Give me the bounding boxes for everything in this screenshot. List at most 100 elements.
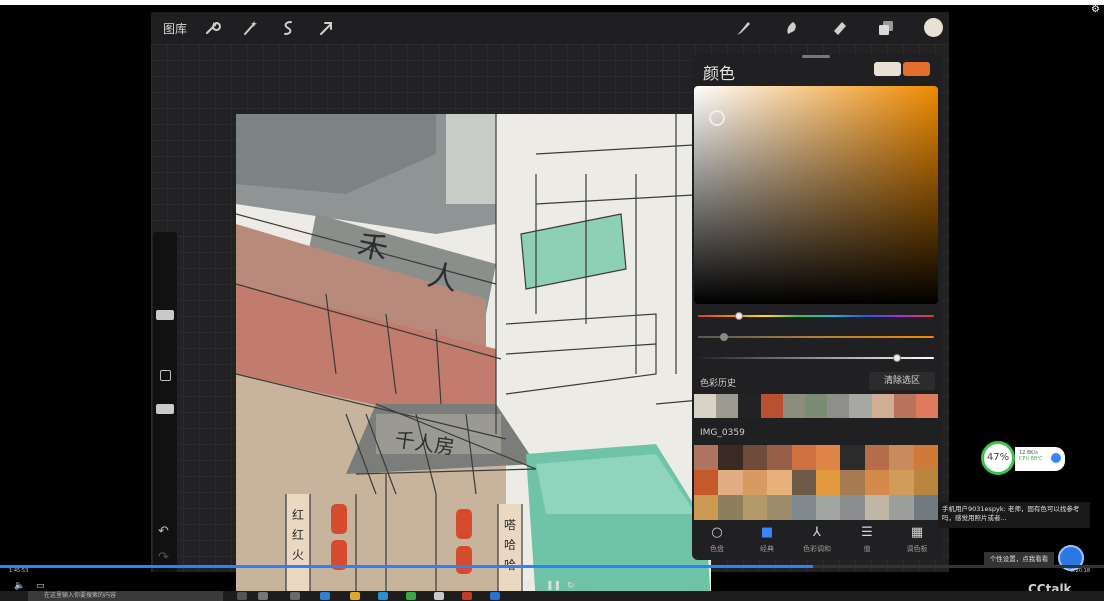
smudge-icon[interactable] bbox=[783, 19, 801, 37]
color-panel: 颜色 色彩历史 清除选区 IMG_0359 ○ 色盘 ■ 经典 ⅄ 色彩调和 ☰… bbox=[692, 54, 942, 560]
value-sliders-icon: ☰ bbox=[861, 525, 873, 540]
history-swatch[interactable] bbox=[782, 394, 805, 418]
gallery-button[interactable]: 图库 bbox=[163, 20, 187, 37]
saturation-value-picker[interactable] bbox=[694, 86, 938, 304]
brightness-slider-knob[interactable] bbox=[893, 354, 901, 362]
net-speed-widget[interactable]: 12.8K/s CPU 88℃ bbox=[1015, 447, 1065, 471]
palette-swatch[interactable] bbox=[913, 470, 938, 495]
palette-swatch[interactable] bbox=[913, 445, 938, 470]
volume-icon[interactable]: 🔈 bbox=[14, 581, 25, 591]
top-toolbar: 图库 bbox=[151, 12, 949, 44]
history-swatch[interactable] bbox=[694, 394, 717, 418]
artwork-canvas[interactable]: 禾 人 千人房 红 红 火 嗒 哈 哈 bbox=[236, 114, 711, 601]
color-picker-knob[interactable] bbox=[709, 110, 725, 126]
palette-swatch[interactable] bbox=[791, 495, 816, 520]
palette-swatch[interactable] bbox=[694, 495, 719, 520]
history-swatch[interactable] bbox=[716, 394, 739, 418]
modify-button[interactable] bbox=[160, 370, 171, 381]
palette-swatch[interactable] bbox=[767, 470, 792, 495]
palette-swatch[interactable] bbox=[718, 470, 743, 495]
layers-icon[interactable] bbox=[877, 19, 895, 37]
history-swatch[interactable] bbox=[760, 394, 783, 418]
taskbar-app-icon[interactable] bbox=[350, 592, 360, 600]
palette-swatch[interactable] bbox=[815, 495, 841, 520]
taskbar-search-input[interactable]: 在这里输入你要搜索的内容 bbox=[28, 591, 223, 601]
taskbar-app-icon[interactable] bbox=[434, 592, 444, 600]
clear-history-button[interactable]: 清除选区 bbox=[869, 372, 935, 390]
hue-slider-knob[interactable] bbox=[735, 312, 743, 320]
subtitle-icon[interactable]: ▭ bbox=[36, 581, 45, 591]
palette-swatch[interactable] bbox=[694, 470, 719, 495]
history-swatch[interactable] bbox=[915, 394, 939, 418]
palette-swatch[interactable] bbox=[815, 470, 841, 495]
forward-icon[interactable]: ↻ bbox=[567, 581, 575, 591]
palette-swatch[interactable] bbox=[864, 495, 890, 520]
palette-swatch[interactable] bbox=[840, 470, 865, 495]
palette-swatch[interactable] bbox=[889, 495, 914, 520]
tab-harmony[interactable]: ⅄ 色彩调和 bbox=[792, 522, 842, 560]
previous-color-swatch[interactable] bbox=[903, 62, 930, 76]
taskbar-app-icon[interactable] bbox=[490, 592, 500, 600]
history-swatch[interactable] bbox=[738, 394, 761, 418]
redo-icon[interactable]: ↷ bbox=[158, 550, 169, 565]
palette-swatch[interactable] bbox=[913, 495, 938, 520]
eraser-icon[interactable] bbox=[831, 19, 849, 37]
brush-size-slider[interactable] bbox=[156, 310, 174, 320]
taskbar-app-icon[interactable] bbox=[462, 592, 472, 600]
palette-swatch[interactable] bbox=[718, 445, 743, 470]
saturation-slider[interactable] bbox=[698, 336, 934, 338]
palette-swatch[interactable] bbox=[791, 445, 816, 470]
selection-icon[interactable] bbox=[279, 19, 297, 37]
current-color-swatch[interactable] bbox=[874, 62, 901, 76]
taskbar-app-icon[interactable] bbox=[237, 592, 247, 600]
palette-swatch[interactable] bbox=[889, 470, 914, 495]
tab-value[interactable]: ☰ 值 bbox=[842, 522, 892, 560]
tab-classic[interactable]: ■ 经典 bbox=[742, 522, 792, 560]
palette-swatch[interactable] bbox=[767, 445, 792, 470]
taskbar-app-icon[interactable] bbox=[290, 592, 300, 600]
personal-settings-button[interactable]: 个性设置，点我看看 bbox=[984, 552, 1054, 566]
wrench-icon[interactable] bbox=[203, 19, 221, 37]
palette-swatch[interactable] bbox=[864, 445, 890, 470]
history-swatch[interactable] bbox=[849, 394, 872, 418]
svg-text:红: 红 bbox=[292, 507, 304, 522]
palette-swatch[interactable] bbox=[864, 470, 890, 495]
settings-gear-icon[interactable]: ⚙ bbox=[1091, 4, 1100, 15]
taskbar-app-icon[interactable] bbox=[378, 592, 388, 600]
pause-icon[interactable]: ❚❚ bbox=[546, 581, 561, 591]
hue-slider[interactable] bbox=[698, 315, 934, 317]
opacity-slider[interactable] bbox=[156, 404, 174, 414]
history-swatch[interactable] bbox=[804, 394, 828, 418]
palette-swatch[interactable] bbox=[694, 445, 719, 470]
rewind-icon[interactable]: ↺ bbox=[523, 581, 531, 591]
transform-arrow-icon[interactable] bbox=[317, 19, 335, 37]
palette-swatch[interactable] bbox=[742, 495, 768, 520]
palette-swatch[interactable] bbox=[742, 470, 768, 495]
history-swatch[interactable] bbox=[893, 394, 916, 418]
history-swatch[interactable] bbox=[827, 394, 850, 418]
palette-swatch[interactable] bbox=[840, 445, 865, 470]
color-history-label: 色彩历史 bbox=[700, 379, 737, 389]
current-color-button[interactable] bbox=[924, 18, 943, 37]
undo-icon[interactable]: ↶ bbox=[158, 524, 169, 539]
taskbar-app-icon[interactable] bbox=[406, 592, 416, 600]
history-swatch[interactable] bbox=[871, 394, 894, 418]
palette-swatch[interactable] bbox=[767, 495, 792, 520]
brush-icon[interactable] bbox=[735, 19, 753, 37]
magic-wand-icon[interactable] bbox=[241, 19, 259, 37]
video-progress-bar[interactable] bbox=[0, 565, 1104, 568]
speed-percent-widget[interactable]: 47% bbox=[981, 441, 1015, 475]
palette-swatch[interactable] bbox=[840, 495, 865, 520]
palette-swatch[interactable] bbox=[815, 445, 841, 470]
tab-disc[interactable]: ○ 色盘 bbox=[692, 522, 742, 560]
palette-swatch[interactable] bbox=[889, 445, 914, 470]
palette-swatch[interactable] bbox=[791, 470, 816, 495]
tab-palettes[interactable]: ▦ 调色板 bbox=[892, 522, 942, 560]
panel-drag-handle[interactable] bbox=[802, 55, 830, 58]
saturation-slider-knob[interactable] bbox=[720, 333, 728, 341]
taskbar-app-icon[interactable] bbox=[320, 592, 330, 600]
taskbar-app-icon[interactable] bbox=[258, 592, 268, 600]
palette-swatch[interactable] bbox=[718, 495, 743, 520]
accelerate-icon[interactable] bbox=[1051, 453, 1061, 463]
palette-swatch[interactable] bbox=[742, 445, 768, 470]
